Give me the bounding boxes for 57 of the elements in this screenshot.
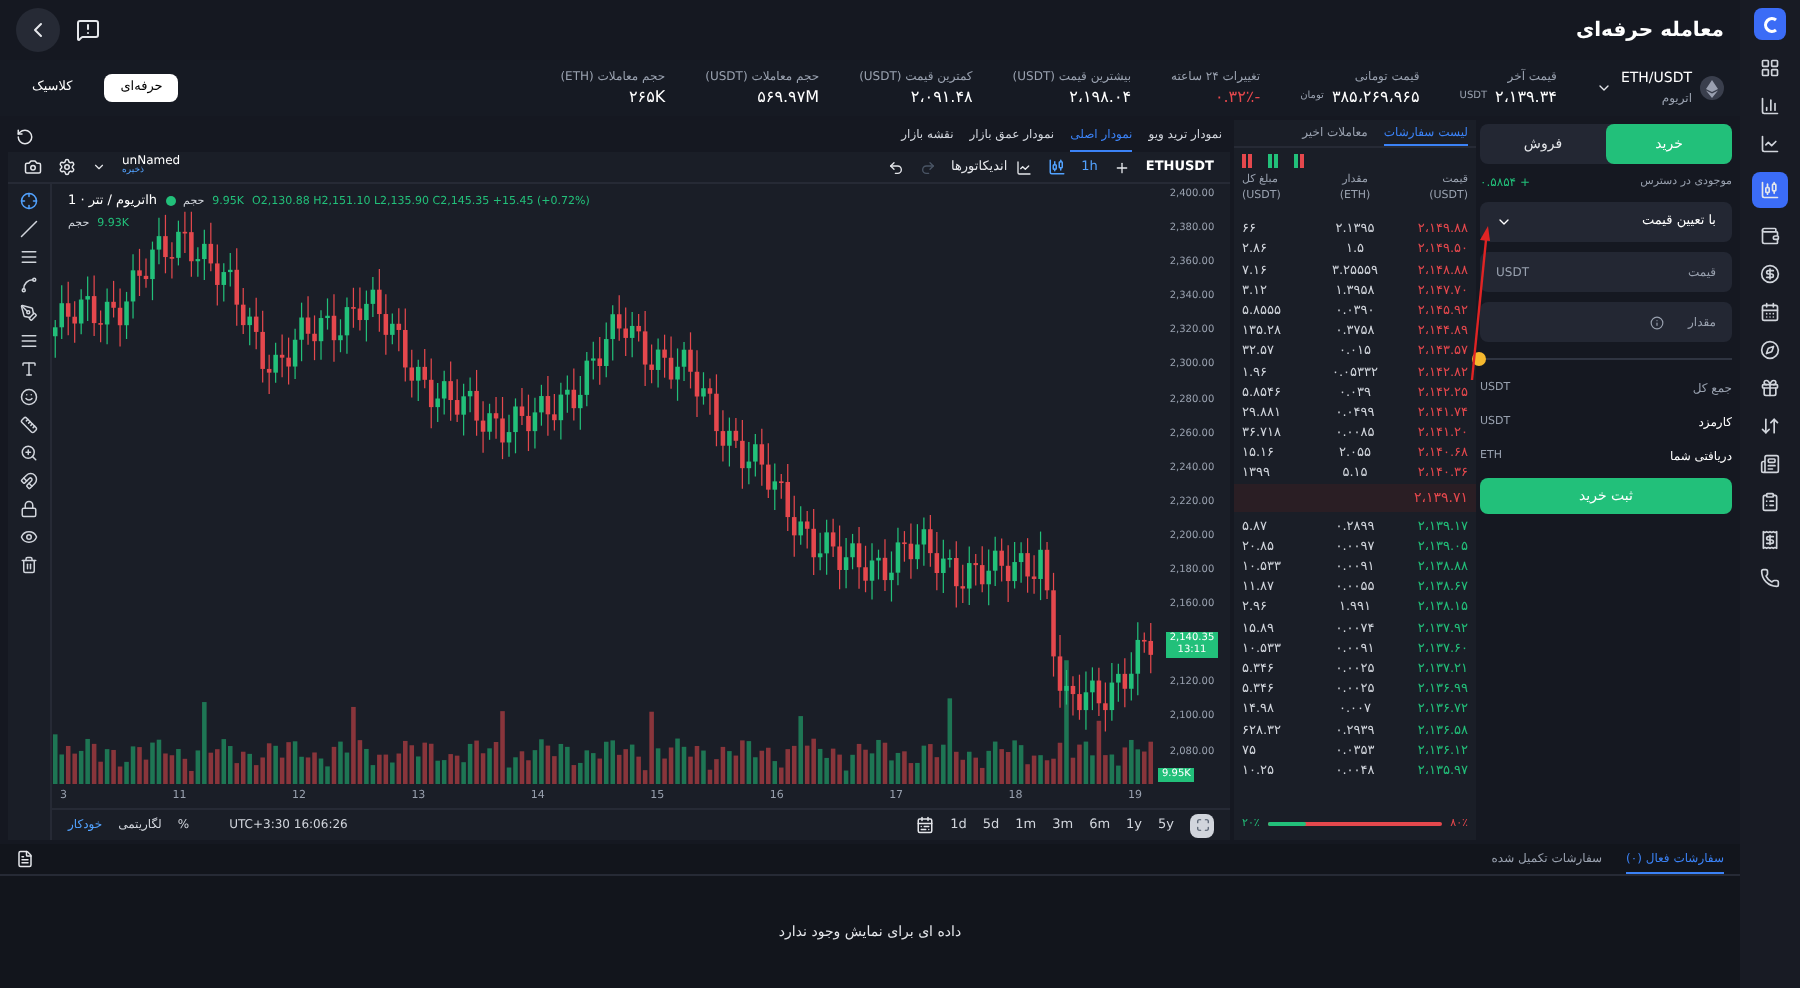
document-icon[interactable] bbox=[16, 850, 34, 868]
book-view-icon[interactable] bbox=[1294, 153, 1304, 167]
calendar-icon[interactable] bbox=[1760, 302, 1780, 322]
settings-icon[interactable] bbox=[58, 158, 76, 176]
trash-icon[interactable] bbox=[20, 556, 38, 574]
caret-icon[interactable] bbox=[92, 160, 106, 174]
news-icon[interactable] bbox=[1760, 454, 1780, 474]
lock-icon[interactable] bbox=[20, 500, 38, 518]
feedback-icon[interactable] bbox=[76, 18, 100, 42]
add-icon[interactable] bbox=[1113, 159, 1130, 175]
line-chart-icon[interactable] bbox=[1760, 134, 1780, 154]
phone-icon[interactable] bbox=[1760, 568, 1780, 588]
pen-tool-icon[interactable] bbox=[20, 304, 38, 322]
zoom-in-icon[interactable] bbox=[20, 444, 38, 462]
coin-icon[interactable] bbox=[1760, 264, 1780, 284]
lines-tool-icon[interactable] bbox=[20, 248, 38, 266]
line-tool-icon[interactable] bbox=[20, 220, 38, 238]
page-title: معامله حرفه‌ای bbox=[1575, 17, 1724, 45]
receipt-icon[interactable] bbox=[1760, 530, 1780, 550]
magnet-icon[interactable] bbox=[20, 472, 38, 490]
stat-value: ۵۶۹.۹۷M bbox=[757, 85, 820, 109]
ruler-icon[interactable] bbox=[20, 416, 38, 434]
bar-chart-icon[interactable] bbox=[1760, 96, 1780, 116]
book-view-icon[interactable] bbox=[1242, 153, 1252, 167]
ethereum-icon bbox=[1700, 76, 1724, 100]
stat-value: ۲۶۵K bbox=[628, 85, 666, 109]
emoji-icon[interactable] bbox=[20, 388, 38, 406]
camera-icon[interactable] bbox=[24, 158, 42, 176]
active-nav-icon[interactable] bbox=[1752, 172, 1788, 208]
fullscreen-icon bbox=[1195, 818, 1209, 832]
reset-icon[interactable] bbox=[16, 127, 34, 145]
gift-icon[interactable] bbox=[1760, 378, 1780, 398]
undo-icon[interactable] bbox=[887, 159, 903, 175]
stat-value: ۲،۱۹۸.۰۴ bbox=[1069, 85, 1132, 109]
grid-icon[interactable] bbox=[1760, 58, 1780, 78]
stat-value: -۰.۳۲٪ bbox=[1214, 85, 1261, 109]
eye-icon[interactable] bbox=[20, 528, 38, 546]
wallet-icon[interactable] bbox=[1760, 226, 1780, 246]
back-button[interactable] bbox=[16, 8, 60, 52]
caret-icon[interactable] bbox=[1596, 80, 1613, 96]
curve-tool-icon[interactable] bbox=[20, 276, 38, 294]
date-range-icon[interactable] bbox=[916, 816, 935, 834]
fullscreen-button[interactable] bbox=[1190, 813, 1214, 837]
stat-value: ۳۸۵،۲۶۹،۹۶۵ bbox=[1331, 85, 1420, 109]
crosshair-icon[interactable] bbox=[20, 192, 38, 210]
clipboard-icon[interactable] bbox=[1760, 492, 1780, 512]
candle-style-icon[interactable] bbox=[1047, 158, 1066, 176]
chart-line-icon bbox=[1015, 159, 1032, 175]
book-view-icon[interactable] bbox=[1268, 153, 1278, 167]
stat-value: ۲،۰۹۱.۴۸ bbox=[910, 85, 973, 109]
text-tool-icon[interactable] bbox=[20, 360, 38, 378]
info-icon bbox=[1650, 315, 1665, 329]
chevron-down-icon bbox=[1496, 214, 1512, 230]
compass-icon[interactable] bbox=[1760, 340, 1780, 360]
stat-value: ۲،۱۳۹.۳۴ bbox=[1495, 85, 1557, 109]
transfer-icon[interactable] bbox=[1760, 416, 1780, 436]
logo-icon[interactable] bbox=[1754, 8, 1786, 40]
